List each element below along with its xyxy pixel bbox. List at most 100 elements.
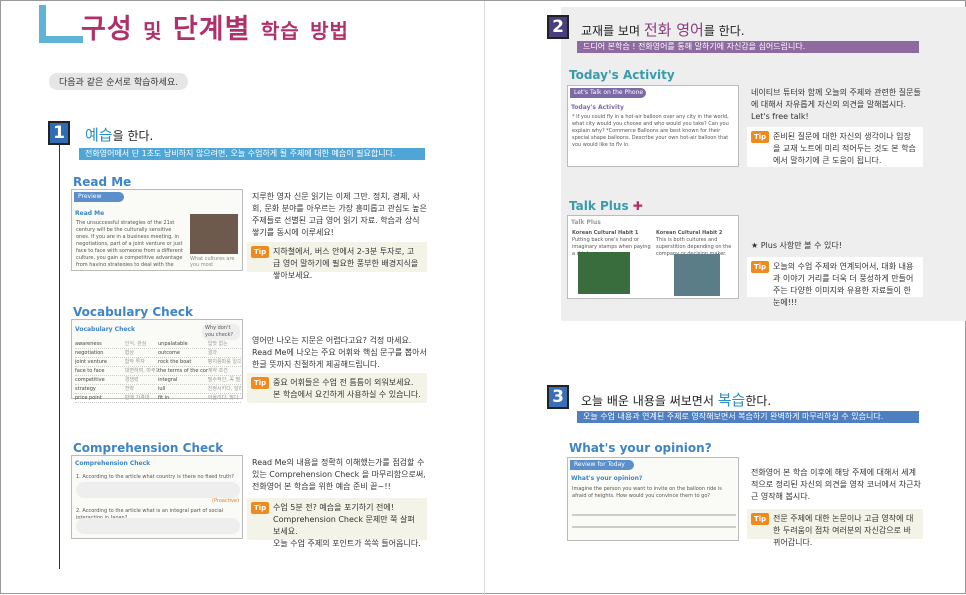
vocab-meaning: 필수적인, 꼭 필요한	[207, 377, 241, 383]
comp-thumb-label: Comprehension Check	[75, 460, 151, 467]
opinion-writing-line	[572, 514, 736, 516]
readme-thumbnail: Preview Read Me The unsuccessful strateg…	[71, 189, 243, 271]
vocab-meaning: 대면하여, 마주보고	[124, 368, 158, 374]
vocab-term: unpalatable	[158, 341, 188, 347]
title-decoration	[39, 5, 83, 43]
readme-caption: What cultures are you most unfamiliar wi…	[190, 256, 235, 268]
activity-title: Today's Activity	[569, 68, 675, 82]
activity-thumb-label: Today's Activity	[571, 104, 624, 111]
comp-answer1	[76, 482, 240, 498]
talkplus-thumb-label: Talk Plus	[571, 219, 601, 226]
brochure-spread: 구성 및 단계별 학습 방법 다음과 같은 순서로 학습하세요. 1 예습을 한…	[0, 0, 966, 595]
readme-thumb-label: Read Me	[75, 210, 105, 217]
step3-banner: 오늘 수업 내용과 연계된 주제로 영작해보면서 복습하기 완벽하게 마무리하실…	[577, 411, 919, 423]
vocab-row: negotiation 협상 outcome 결과	[75, 349, 241, 358]
vocab-tip: Tip 중요 어휘들은 수업 전 틈틈이 외워보세요. 본 학습에서 요긴하게 …	[247, 373, 427, 403]
vocab-term: negotiation	[75, 350, 104, 356]
vocab-meaning: 인식, 관심	[124, 341, 147, 347]
tip-badge: Tip	[751, 131, 770, 143]
talkplus-col2-title: Korean Cultural Habit 2	[656, 230, 723, 236]
tip-badge: Tip	[251, 246, 270, 258]
vocab-thumbnail: Vocabulary Check Why don't you check? aw…	[71, 319, 243, 403]
vocab-title: Vocabulary Check	[73, 305, 193, 319]
vocab-meaning: 평지풍파를 일으키다	[207, 359, 241, 365]
intro-note: 다음과 같은 순서로 학습하세요.	[49, 73, 189, 90]
talkplus-photo1	[578, 252, 630, 294]
vocab-term: competitive	[75, 377, 105, 383]
vocab-meaning: 경쟁력	[124, 377, 139, 383]
readme-tip: Tip 지하철에서, 버스 안에서 2-3분 투자로, 고급 영어 말하기에 필…	[247, 242, 427, 280]
tip-badge: Tip	[251, 377, 270, 389]
vocab-meaning: 전략	[124, 386, 134, 392]
vocab-term: outcome	[158, 350, 180, 356]
talkplus-star-note: ★ Plus 사항만 볼 수 있다!	[751, 241, 842, 250]
vocab-term: lull	[158, 386, 166, 392]
readme-desc: 지루한 영자 신문 읽기는 이제 그만. 정치, 경제, 사회, 문화 분야를 …	[252, 192, 427, 237]
vocab-row: awareness 인식, 관심 unpalatable 입맛 없는	[75, 340, 241, 349]
opinion-thumb-label: What's your opinion?	[571, 475, 643, 482]
step2-banner: 드디어 본학습 ! 전화영어를 통해 말하기에 자신감을 심어드립니다.	[577, 41, 919, 53]
vocab-desc: 영어만 나오는 지문은 어렵다고요? 걱정 마세요. Read Me에 나오는 …	[252, 336, 427, 369]
vocab-meaning: 결과	[207, 350, 217, 356]
step2-number: 2	[547, 15, 569, 39]
vocab-meaning: 계약 조건	[207, 368, 228, 374]
vocab-term: joint venture	[75, 359, 107, 365]
vocab-meaning: 진정시키다, 달래다	[207, 386, 241, 392]
comp-desc: Read Me의 내용을 정확히 이해했는가를 점검할 수 있는 Compreh…	[252, 458, 426, 491]
readme-thumb-strip: Preview	[74, 192, 124, 202]
vocab-table: awareness 인식, 관심 unpalatable 입맛 없는 negotiati…	[75, 340, 241, 403]
vocab-term: strategy	[75, 386, 96, 392]
vocab-row: price point 판매 가격대 fit in 어울리다, 맞다	[75, 394, 241, 403]
vocab-meaning: 어울리다, 맞다	[207, 395, 239, 401]
opinion-thumb-strip: Review for Today	[570, 460, 634, 470]
tip-badge: Tip	[751, 513, 770, 525]
comp-title: Comprehension Check	[73, 441, 224, 455]
comp-hint: (Proactive)	[212, 498, 240, 504]
comp-thumbnail: Comprehension Check 1. According to the …	[71, 455, 243, 539]
opinion-title: What's your opinion?	[569, 441, 712, 455]
activity-desc: 네이티브 튜터와 함께 오늘의 주제와 관련한 질문들에 대해서 자유롭게 자신…	[751, 88, 921, 121]
activity-thumbnail: Let's Talk on the Phone Today's Activity…	[567, 85, 739, 167]
opinion-thumb-text: Imagine the person you want to invite on…	[572, 486, 722, 499]
talkplus-title: Talk Plus ✚	[569, 199, 643, 213]
vocab-row: joint venture 합작 투자 rock the boat 평지풍파를 일으키…	[75, 358, 241, 367]
vocab-term: awareness	[75, 341, 102, 347]
vocab-meaning: 합작 투자	[124, 359, 145, 365]
comp-answer2	[76, 518, 240, 534]
vocab-term: rock the boat	[158, 359, 192, 365]
vocab-meaning: 입맛 없는	[207, 341, 228, 347]
talkplus-photo2	[674, 254, 720, 296]
vocab-term: the terms of the contract	[158, 368, 208, 374]
vocab-bubble: Why don't you check?	[202, 324, 240, 340]
step3-title: 오늘 배운 내용을 써보면서 복습한다.	[581, 391, 772, 409]
vocab-meaning: 판매 가격대	[124, 395, 150, 401]
vocab-row: strategy 전략 lull 진정시키다, 달래다	[75, 385, 241, 394]
tip-badge: Tip	[751, 261, 770, 273]
vocab-term: price point	[75, 395, 102, 401]
opinion-thumbnail: Review for Today What's your opinion? Im…	[567, 457, 739, 541]
vocab-thumb-label: Vocabulary Check	[75, 326, 135, 333]
opinion-tip: Tip 전문 주제에 대한 논문이나 고급 영작에 대한 두려움이 점차 여러분…	[747, 509, 923, 547]
opinion-writing-line	[572, 526, 736, 528]
opinion-desc: 전화영어 본 학습 이후에 해당 주제에 대해서 세계적으로 정리된 자신의 의…	[751, 468, 921, 501]
activity-thumb-text: * If you could fly in a hot-air balloon …	[572, 114, 729, 146]
comp-q1: 1. According to the article what country…	[76, 474, 234, 480]
tip-badge: Tip	[251, 502, 270, 514]
talkplus-thumbnail: Talk Plus Korean Cultural Habit 1 Puttin…	[567, 215, 739, 299]
talkplus-tip: Tip 오늘의 수업 주제와 연계되어서, 대화 내용과 이야기 거리를 더욱 …	[747, 257, 923, 307]
step2-title: 교재를 보며 전화 영어를 한다.	[581, 21, 745, 39]
step1-title: 예습을 한다.	[85, 126, 154, 144]
step1-banner: 전화영어에서 단 1초도 낭비하지 않으려면, 오늘 수업하게 될 주제에 대한…	[79, 148, 425, 160]
readme-thumb-text: The unsuccessful strategies of the 21st …	[76, 220, 183, 266]
page-divider	[484, 1, 485, 595]
step1-timeline	[59, 139, 60, 569]
step1-number: 1	[48, 121, 70, 145]
vocab-row: competitive 경쟁력 integral 필수적인, 꼭 필요한	[75, 376, 241, 385]
vocab-term: face to face	[75, 368, 105, 374]
vocab-term: integral	[158, 377, 178, 383]
activity-thumb-strip: Let's Talk on the Phone	[570, 88, 646, 98]
page-title: 구성 및 단계별 학습 방법	[81, 14, 349, 45]
vocab-meaning: 협상	[124, 350, 134, 356]
plus-icon: ✚	[632, 199, 643, 213]
talkplus-col1-title: Korean Cultural Habit 1	[572, 230, 639, 236]
